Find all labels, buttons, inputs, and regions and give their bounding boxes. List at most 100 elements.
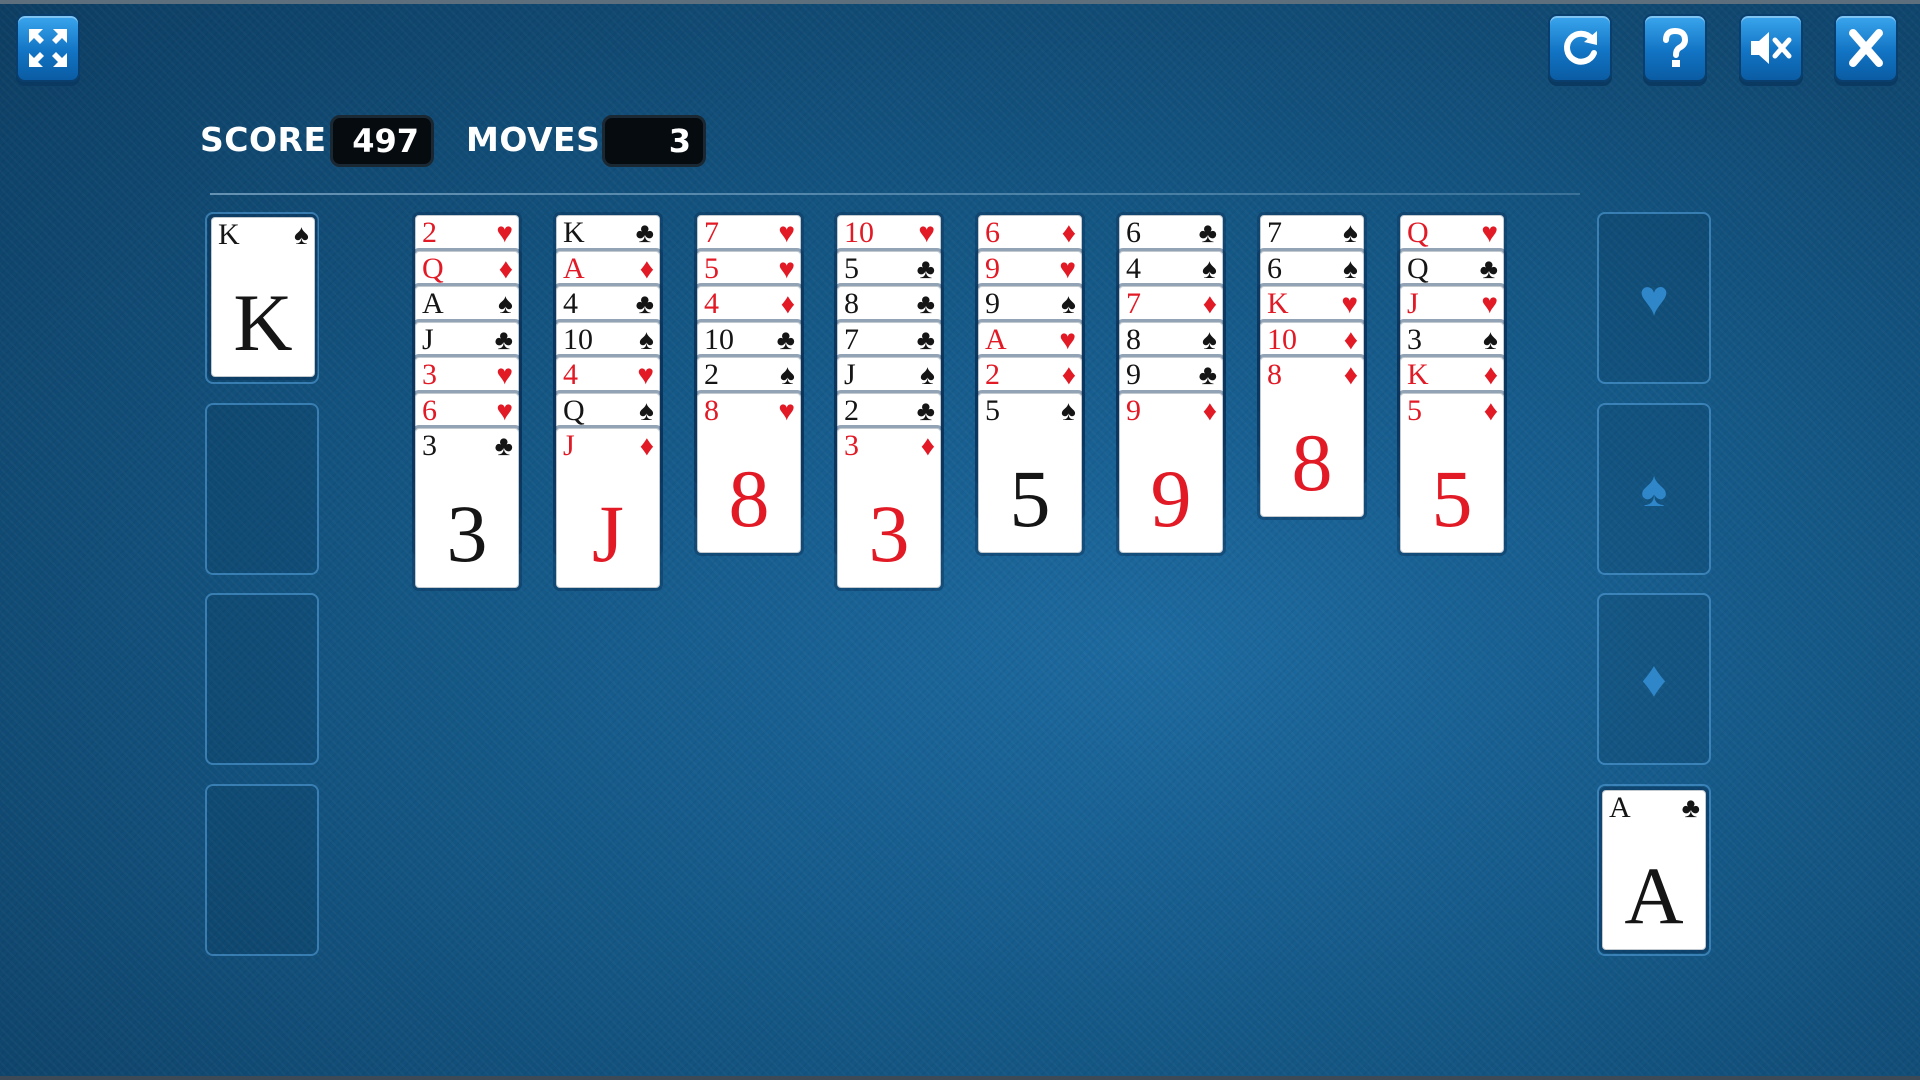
card-center-rank: 9 bbox=[1150, 453, 1192, 544]
card-suit-icon: ♠ bbox=[1483, 325, 1498, 356]
card-rank: 6 bbox=[1126, 216, 1141, 249]
card-rank: 3 bbox=[1407, 323, 1422, 356]
card-suit-icon: ♦ bbox=[1202, 289, 1217, 320]
card-center-rank: 5 bbox=[1431, 453, 1473, 544]
playing-card[interactable]: 3 ♦ 3 bbox=[837, 428, 941, 588]
card-rank: 4 bbox=[563, 287, 578, 320]
card-rank: 2 bbox=[704, 358, 719, 391]
card-suit-icon: ♥ bbox=[778, 396, 795, 427]
card-suit-icon: ♣ bbox=[916, 325, 935, 356]
card-rank: A bbox=[563, 252, 585, 285]
card-rank: 9 bbox=[1126, 358, 1141, 391]
playing-card[interactable]: K ♠ K bbox=[211, 217, 315, 377]
foundation-slot[interactable]: ♥ bbox=[1597, 212, 1711, 384]
card-rank: 4 bbox=[1126, 252, 1141, 285]
card-suit-icon: ♣ bbox=[916, 289, 935, 320]
card-rank: Q bbox=[422, 252, 444, 285]
card-rank: 3 bbox=[422, 429, 437, 462]
free-cell-slot[interactable] bbox=[205, 593, 319, 765]
moves-value: 3 bbox=[602, 115, 706, 167]
score-label: SCORE bbox=[200, 120, 327, 159]
card-center-rank: 3 bbox=[868, 488, 910, 579]
help-button[interactable] bbox=[1643, 14, 1707, 82]
card-suit-icon: ♠ bbox=[1202, 325, 1217, 356]
card-rank: A bbox=[422, 287, 444, 320]
card-rank: 5 bbox=[1407, 394, 1422, 427]
card-suit-icon: ♥ bbox=[778, 254, 795, 285]
card-rank: K bbox=[1407, 358, 1429, 391]
help-icon bbox=[1663, 27, 1689, 67]
card-suit-icon: ♠ bbox=[920, 360, 935, 391]
card-suit-icon: ♥ bbox=[496, 360, 513, 391]
top-border bbox=[0, 0, 1920, 4]
card-suit-icon: ♦ bbox=[1202, 396, 1217, 427]
card-suit-icon: ♠ bbox=[294, 220, 309, 251]
playing-card[interactable]: 8 ♥ 8 bbox=[697, 393, 801, 553]
card-suit-icon: ♣ bbox=[494, 431, 513, 462]
card-rank: 4 bbox=[704, 287, 719, 320]
free-cell-slot[interactable] bbox=[205, 784, 319, 956]
playing-card[interactable]: 5 ♦ 5 bbox=[1400, 393, 1504, 553]
card-suit-icon: ♥ bbox=[1059, 325, 1076, 356]
card-suit-icon: ♦ bbox=[920, 431, 935, 462]
card-rank: Q bbox=[1407, 252, 1429, 285]
card-rank: A bbox=[985, 323, 1007, 356]
playing-card[interactable]: 8 ♦ 8 bbox=[1260, 357, 1364, 517]
card-suit-icon: ♥ bbox=[637, 360, 654, 391]
card-suit-icon: ♠ bbox=[780, 360, 795, 391]
card-suit-icon: ♣ bbox=[635, 218, 654, 249]
card-rank: 5 bbox=[704, 252, 719, 285]
card-rank: 9 bbox=[985, 252, 1000, 285]
card-suit-icon: ♣ bbox=[494, 325, 513, 356]
card-suit-icon: ♣ bbox=[1198, 360, 1217, 391]
playing-card[interactable]: A ♣ A bbox=[1602, 790, 1706, 950]
card-suit-icon: ♣ bbox=[1479, 254, 1498, 285]
card-rank: K bbox=[1267, 287, 1289, 320]
playing-card[interactable]: 5 ♠ 5 bbox=[978, 393, 1082, 553]
card-rank: Q bbox=[563, 394, 585, 427]
header-divider bbox=[210, 193, 1580, 195]
restart-icon bbox=[1564, 30, 1597, 65]
free-cell-slot[interactable] bbox=[205, 403, 319, 575]
card-rank: 4 bbox=[563, 358, 578, 391]
card-suit-icon: ♥ bbox=[778, 218, 795, 249]
card-suit-icon: ♦ bbox=[639, 254, 654, 285]
card-rank: 7 bbox=[704, 216, 719, 249]
card-suit-icon: ♠ bbox=[639, 396, 654, 427]
card-rank: J bbox=[422, 323, 434, 356]
card-rank: 9 bbox=[1126, 394, 1141, 427]
card-suit-icon: ♥ bbox=[496, 218, 513, 249]
card-suit-icon: ♥ bbox=[1059, 254, 1076, 285]
card-suit-icon: ♥ bbox=[1481, 289, 1498, 320]
fullscreen-icon bbox=[29, 29, 67, 67]
card-rank: A bbox=[1609, 791, 1631, 824]
card-suit-icon: ♦ bbox=[780, 289, 795, 320]
score-value: 497 bbox=[330, 115, 434, 167]
card-center-rank: 8 bbox=[1291, 417, 1333, 508]
card-rank: 10 bbox=[704, 323, 734, 356]
playing-card[interactable]: 9 ♦ 9 bbox=[1119, 393, 1223, 553]
card-rank: 3 bbox=[844, 429, 859, 462]
close-button[interactable] bbox=[1834, 14, 1898, 82]
card-rank: 2 bbox=[422, 216, 437, 249]
card-rank: 3 bbox=[422, 358, 437, 391]
foundation-slot[interactable]: ♦ bbox=[1597, 593, 1711, 765]
card-suit-icon: ♠ bbox=[1202, 254, 1217, 285]
sound-muted-icon bbox=[1751, 32, 1792, 64]
card-rank: K bbox=[563, 216, 585, 249]
foundation-suit-icon: ♥ bbox=[1639, 270, 1669, 326]
card-suit-icon: ♣ bbox=[1681, 793, 1700, 824]
playing-card[interactable]: J ♦ J bbox=[556, 428, 660, 588]
card-center-rank: J bbox=[592, 488, 624, 579]
card-suit-icon: ♠ bbox=[1061, 289, 1076, 320]
card-suit-icon: ♠ bbox=[1343, 218, 1358, 249]
playing-card[interactable]: 3 ♣ 3 bbox=[415, 428, 519, 588]
card-rank: 6 bbox=[985, 216, 1000, 249]
foundation-slot[interactable]: ♠ bbox=[1597, 403, 1711, 575]
card-rank: 6 bbox=[1267, 252, 1282, 285]
sound-button[interactable] bbox=[1739, 14, 1803, 82]
restart-button[interactable] bbox=[1548, 14, 1612, 82]
card-suit-icon: ♦ bbox=[1483, 360, 1498, 391]
fullscreen-button[interactable] bbox=[16, 14, 80, 82]
card-suit-icon: ♣ bbox=[916, 254, 935, 285]
